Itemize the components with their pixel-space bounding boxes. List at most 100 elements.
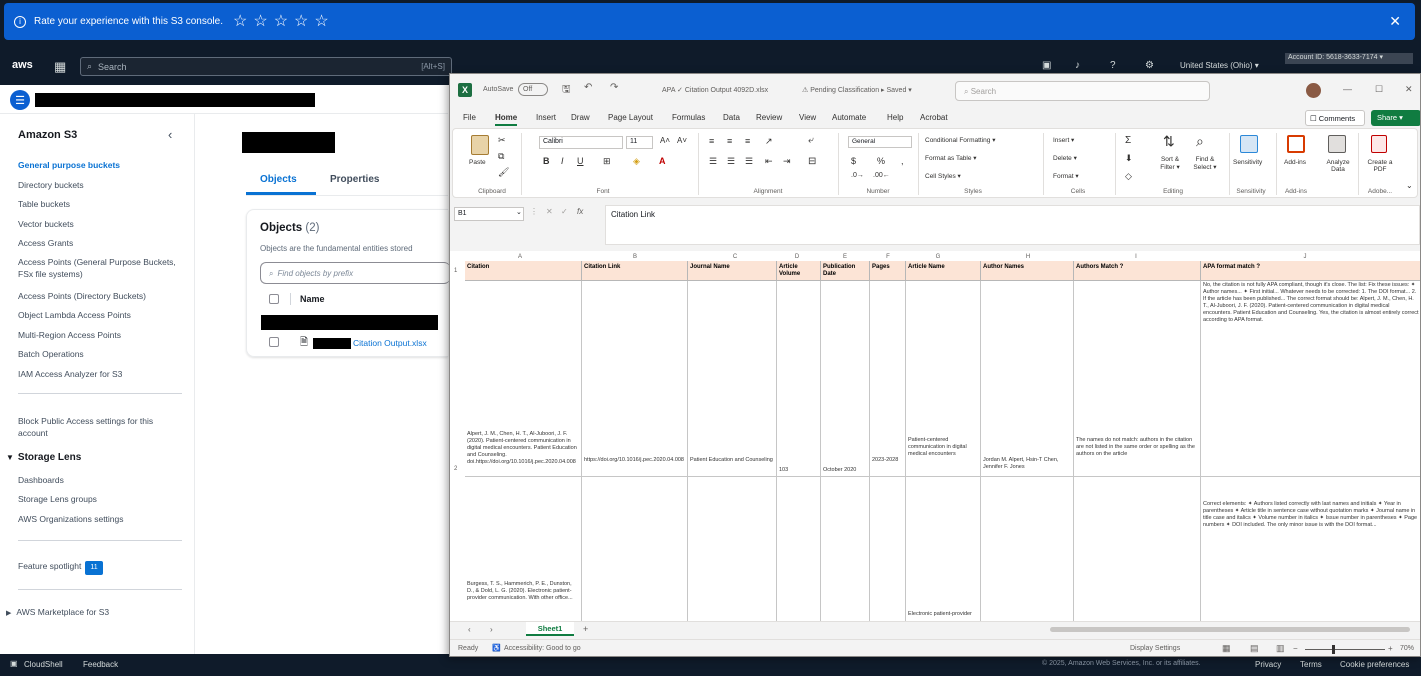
- menu-view[interactable]: View: [799, 113, 816, 122]
- aws-logo[interactable]: aws: [12, 59, 33, 71]
- search-input[interactable]: ⌕ Search [Alt+S]: [80, 57, 452, 76]
- chevron-down-icon[interactable]: ⌄: [1406, 181, 1413, 190]
- collapse-icon[interactable]: ‹: [168, 127, 172, 142]
- header-cell[interactable]: Citation: [465, 261, 582, 281]
- header-cell[interactable]: APA format match ?: [1201, 261, 1420, 281]
- column-letter[interactable]: J: [1295, 254, 1315, 260]
- sidebar-item-iam-access-analyzer[interactable]: IAM Access Analyzer for S3: [18, 368, 183, 380]
- sidebar-item-batch-operations[interactable]: Batch Operations: [18, 348, 183, 360]
- table-cell[interactable]: Burgess, T. S., Hammerich, P. E., Dunsto…: [465, 477, 582, 621]
- analyze-data-button[interactable]: Analyze Data: [1323, 159, 1353, 173]
- sidebar-item-org-settings[interactable]: AWS Organizations settings: [18, 513, 183, 525]
- enter-icon[interactable]: ✓: [561, 207, 568, 216]
- star-icon[interactable]: ☆: [233, 13, 247, 30]
- zoom-in-icon[interactable]: +: [1388, 644, 1393, 653]
- name-box[interactable]: B1: [454, 207, 524, 221]
- addins-button[interactable]: Add-ins: [1284, 159, 1306, 166]
- decrease-decimal-icon[interactable]: .00←: [873, 172, 890, 179]
- align-top-icon[interactable]: ≡: [709, 136, 714, 146]
- align-right-icon[interactable]: ☰: [745, 156, 753, 167]
- conditional-formatting-button[interactable]: Conditional Formatting ▾: [925, 136, 995, 144]
- analyze-data-icon[interactable]: [1328, 135, 1346, 153]
- sidebar-item-table-buckets[interactable]: Table buckets: [18, 198, 183, 210]
- minimize-icon[interactable]: —: [1343, 84, 1352, 94]
- header-cell[interactable]: Citation Link: [582, 261, 688, 281]
- sort-filter-button[interactable]: Sort & Filter ▾: [1155, 156, 1185, 171]
- zoom-level[interactable]: 70%: [1400, 645, 1414, 652]
- menu-automate[interactable]: Automate: [832, 113, 866, 122]
- copy-icon[interactable]: ⧉: [498, 151, 504, 162]
- align-bottom-icon[interactable]: ≡: [745, 136, 750, 146]
- sidebar-item-access-points-general[interactable]: Access Points (General Purpose Buckets, …: [18, 256, 183, 280]
- prev-sheet-icon[interactable]: ‹: [468, 625, 471, 634]
- decrease-font-icon[interactable]: A˅: [677, 136, 687, 145]
- marketplace-link[interactable]: ▶ AWS Marketplace for S3: [6, 607, 109, 617]
- sidebar-item-object-lambda[interactable]: Object Lambda Access Points: [18, 309, 183, 321]
- privacy-link[interactable]: Privacy: [1255, 660, 1281, 669]
- feedback-link[interactable]: Feedback: [83, 660, 118, 669]
- sidebar-item-access-points-directory[interactable]: Access Points (Directory Buckets): [18, 290, 183, 302]
- page-layout-icon[interactable]: ▤: [1250, 643, 1259, 654]
- align-left-icon[interactable]: ☰: [709, 156, 717, 167]
- autosave-toggle[interactable]: Off: [518, 83, 548, 96]
- find-select-icon[interactable]: ⌕: [1196, 133, 1204, 150]
- merge-center-icon[interactable]: ⊟: [808, 156, 816, 167]
- gear-icon[interactable]: ⚙: [1145, 60, 1154, 71]
- table-cell[interactable]: The names do not match: authors in the c…: [1074, 281, 1201, 477]
- underline-icon[interactable]: U: [577, 156, 584, 166]
- menu-insert[interactable]: Insert: [536, 113, 556, 122]
- cookie-preferences-link[interactable]: Cookie preferences: [1340, 660, 1409, 669]
- save-icon[interactable]: 🖫: [562, 82, 571, 99]
- star-icon[interactable]: ☆: [314, 13, 328, 30]
- table-cell[interactable]: [1074, 477, 1201, 621]
- cloudshell-link[interactable]: CloudShell: [24, 660, 63, 669]
- normal-view-icon[interactable]: ▦: [1222, 643, 1231, 654]
- region-selector[interactable]: United States (Ohio) ▾: [1180, 61, 1259, 70]
- comma-icon[interactable]: ,: [901, 156, 904, 166]
- increase-font-icon[interactable]: A˄: [660, 136, 670, 145]
- sensitivity-button[interactable]: Sensitivity: [1233, 159, 1262, 166]
- increase-indent-icon[interactable]: ⇥: [783, 156, 791, 167]
- zoom-slider-thumb[interactable]: [1332, 645, 1335, 654]
- redo-icon[interactable]: ↷: [610, 82, 618, 93]
- sidebar-item-storage-lens-groups[interactable]: Storage Lens groups: [18, 493, 183, 505]
- storage-lens-header[interactable]: ▼ Storage Lens: [6, 452, 81, 463]
- tab-objects[interactable]: Objects: [260, 174, 297, 185]
- menu-help[interactable]: Help: [887, 113, 903, 122]
- header-cell[interactable]: Article Volume: [777, 261, 821, 281]
- format-painter-icon[interactable]: 🖌: [498, 167, 509, 178]
- sensitivity-icon[interactable]: [1240, 135, 1258, 153]
- header-cell[interactable]: Author Names: [981, 261, 1074, 281]
- menu-icon[interactable]: ☰: [10, 90, 30, 110]
- menu-home[interactable]: Home: [495, 113, 518, 126]
- table-cell[interactable]: [777, 477, 821, 621]
- column-letter[interactable]: E: [835, 254, 855, 260]
- spreadsheet-grid[interactable]: A B C D E F G H I J 1 Citation Citation …: [450, 251, 1420, 621]
- sheet-tab[interactable]: Sheet1: [526, 622, 574, 636]
- sidebar-item-general-purpose-buckets[interactable]: General purpose buckets: [18, 159, 183, 171]
- table-cell[interactable]: Patient Education and Counseling: [688, 281, 777, 477]
- table-cell[interactable]: [582, 477, 688, 621]
- next-sheet-icon[interactable]: ›: [490, 625, 493, 634]
- sidebar-item-multi-region[interactable]: Multi-Region Access Points: [18, 329, 183, 341]
- table-cell[interactable]: No, the citation is not fully APA compli…: [1201, 281, 1420, 477]
- table-cell[interactable]: [821, 477, 870, 621]
- terminal-icon[interactable]: ▣: [1042, 60, 1051, 71]
- bold-icon[interactable]: B: [543, 156, 550, 166]
- table-cell[interactable]: https://doi.org/10.1016/j.pec.2020.04.00…: [582, 281, 688, 477]
- sidebar-item-block-public-access[interactable]: Block Public Access settings for this ac…: [18, 415, 183, 439]
- number-format-select[interactable]: General: [848, 136, 912, 148]
- align-middle-icon[interactable]: ≡: [727, 136, 732, 146]
- column-letter[interactable]: B: [625, 254, 645, 260]
- sidebar-item-vector-buckets[interactable]: Vector buckets: [18, 218, 183, 230]
- services-grid-icon[interactable]: ▦: [54, 59, 66, 75]
- paste-icon[interactable]: [471, 135, 489, 155]
- orientation-icon[interactable]: ↗: [765, 136, 773, 147]
- close-icon[interactable]: ✕: [1405, 84, 1413, 95]
- wrap-text-icon[interactable]: ⤶: [808, 135, 814, 146]
- align-center-icon[interactable]: ☰: [727, 156, 735, 167]
- format-cells-button[interactable]: Format ▾: [1053, 172, 1079, 180]
- table-cell[interactable]: Electronic patient-provider: [906, 477, 981, 621]
- borders-icon[interactable]: ⊞: [603, 156, 611, 167]
- select-all-checkbox[interactable]: [269, 294, 279, 304]
